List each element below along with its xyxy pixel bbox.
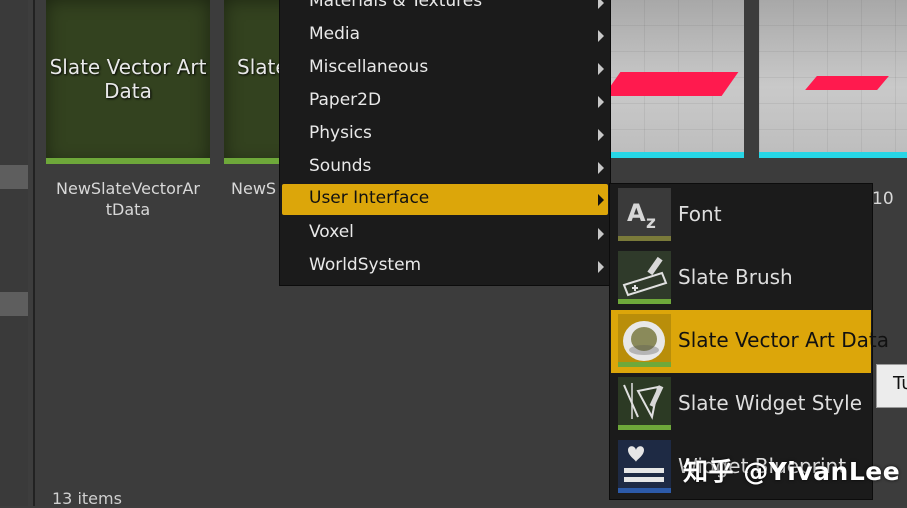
watermark: 知乎 @YivanLee	[683, 457, 901, 486]
menu-item-worldsystem[interactable]: WorldSystem	[282, 251, 608, 282]
red-plane-shape	[610, 72, 739, 96]
menu-item-label: Miscellaneous	[309, 57, 429, 77]
left-panel-tab[interactable]	[0, 165, 28, 189]
menu-item-label: WorldSystem	[309, 255, 422, 275]
widget-blueprint-icon	[618, 440, 671, 493]
red-plane-shape	[805, 76, 889, 90]
slate-brush-icon	[618, 251, 671, 304]
icon-type-bar	[618, 362, 671, 367]
asset-thumbnail-text: Slate Vector Art Data	[49, 55, 207, 103]
asset-name-text: NewSlateVectorArtData	[56, 179, 200, 219]
submenu-item-label: Slate Brush	[678, 265, 793, 289]
font-icon: A z	[618, 188, 671, 241]
menu-item-paper2d[interactable]: Paper2D	[282, 86, 608, 117]
submenu-item-slate-brush[interactable]: Slate Brush	[611, 247, 871, 310]
menu-item-label: Sounds	[309, 156, 372, 176]
menu-item-label: Materials & Textures	[309, 0, 483, 11]
asset-type-bar	[759, 152, 907, 158]
submenu-item-font[interactable]: A z Font	[611, 184, 871, 247]
submenu-arrow-icon	[598, 63, 604, 75]
context-menu: Materials & Textures Media Miscellaneous…	[279, 0, 611, 286]
submenu-arrow-icon	[598, 0, 604, 9]
asset-name-partial[interactable]: 10	[872, 189, 894, 209]
texture-thumbnail[interactable]	[610, 0, 744, 158]
asset-name[interactable]: NewS	[231, 178, 276, 199]
menu-item-media[interactable]: Media	[282, 20, 608, 51]
left-panel-tab[interactable]	[0, 292, 28, 316]
submenu-arrow-icon	[598, 30, 604, 42]
menu-item-sounds[interactable]: Sounds	[282, 152, 608, 183]
submenu-arrow-icon	[598, 129, 604, 141]
icon-type-bar	[618, 299, 671, 304]
menu-item-label: Voxel	[309, 222, 354, 242]
asset-type-bar	[46, 158, 210, 164]
menu-item-miscellaneous[interactable]: Miscellaneous	[282, 53, 608, 84]
svg-text:A: A	[627, 199, 646, 227]
texture-thumbnail[interactable]	[759, 0, 907, 158]
submenu-item-label: Font	[678, 202, 722, 226]
left-panel	[0, 0, 28, 506]
submenu-arrow-icon	[598, 261, 604, 273]
menu-item-voxel[interactable]: Voxel	[282, 218, 608, 249]
submenu-item-slate-widget-style[interactable]: Slate Widget Style	[611, 373, 871, 436]
submenu-arrow-icon	[598, 162, 604, 174]
submenu-arrow-icon	[598, 228, 604, 240]
tooltip: Tu	[876, 364, 907, 408]
submenu-item-label: Slate Widget Style	[678, 391, 863, 415]
submenu-item-slate-vector-art-data[interactable]: Slate Vector Art Data	[611, 310, 889, 373]
tooltip-text: Tu	[893, 373, 907, 394]
menu-item-label: Physics	[309, 123, 372, 143]
icon-type-bar	[618, 488, 671, 493]
widget-style-icon	[618, 377, 671, 430]
icon-type-bar	[618, 425, 671, 430]
icon-type-bar	[618, 236, 671, 241]
menu-item-label: Paper2D	[309, 90, 382, 110]
asset-name[interactable]: NewSlateVectorArtData	[46, 178, 210, 220]
ring-icon	[618, 314, 671, 367]
menu-item-user-interface[interactable]: User Interface	[282, 184, 608, 215]
submenu-arrow-icon	[598, 194, 604, 206]
items-count: 13 items	[52, 489, 122, 508]
submenu-arrow-icon	[598, 96, 604, 108]
asset-tile[interactable]: Slate Vector Art Data	[46, 0, 210, 164]
menu-item-label: User Interface	[309, 188, 430, 208]
menu-item-materials-textures[interactable]: Materials & Textures	[282, 0, 608, 18]
submenu-item-label: Slate Vector Art Data	[678, 328, 889, 352]
menu-item-physics[interactable]: Physics	[282, 119, 608, 150]
svg-text:z: z	[646, 213, 656, 233]
menu-item-label: Media	[309, 24, 361, 44]
asset-type-bar	[610, 152, 744, 158]
